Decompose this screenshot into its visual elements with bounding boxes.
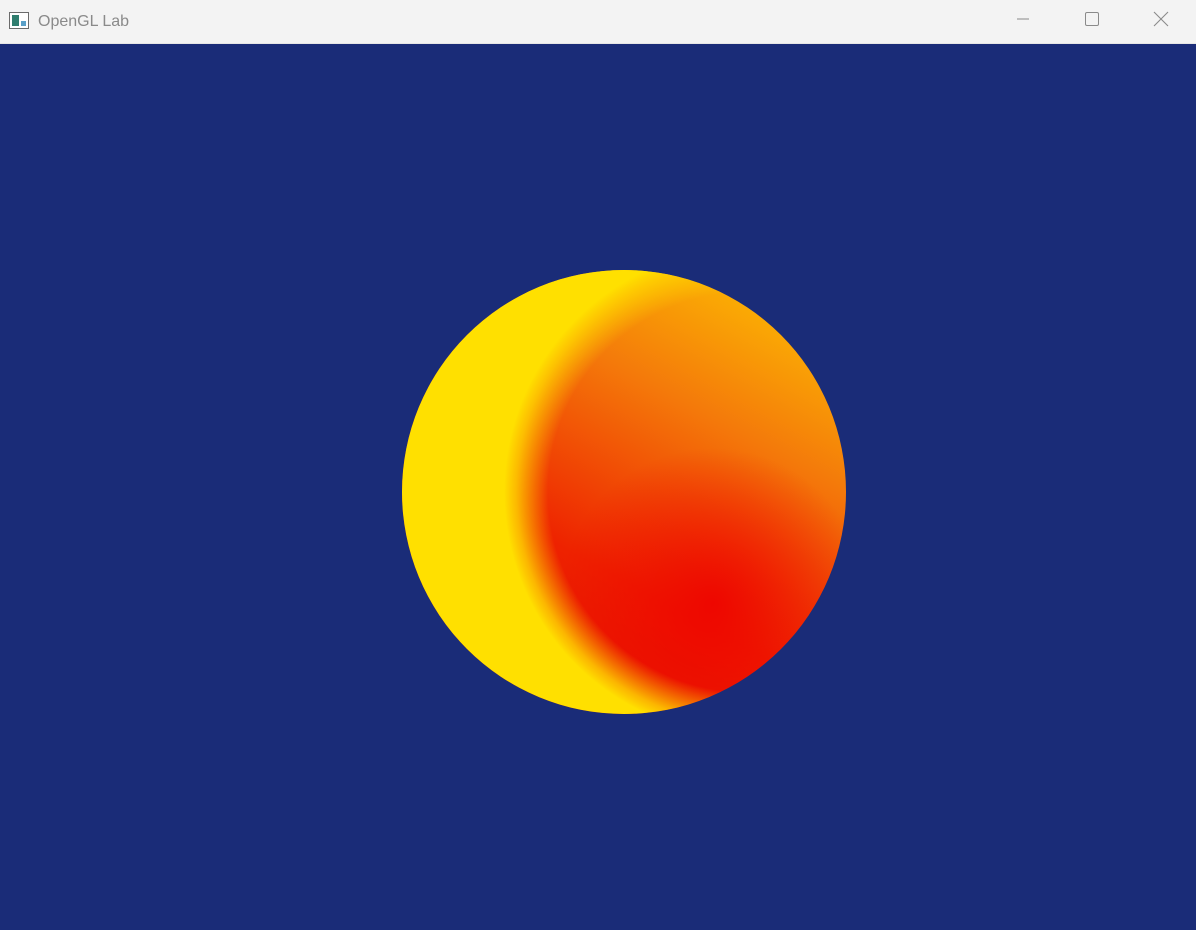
close-button[interactable]: [1126, 0, 1196, 43]
render-canvas: [402, 270, 846, 714]
sphere: [402, 270, 846, 714]
app-window: OpenGL Lab: [0, 0, 1196, 930]
minimize-icon: [1016, 12, 1030, 31]
title-bar[interactable]: OpenGL Lab: [0, 0, 1196, 44]
opengl-viewport[interactable]: [0, 44, 1196, 930]
maximize-button[interactable]: [1057, 0, 1127, 43]
app-window-icon: [9, 12, 29, 30]
close-icon: [1153, 11, 1169, 32]
minimize-button[interactable]: [988, 0, 1058, 43]
window-title: OpenGL Lab: [38, 13, 130, 30]
maximize-icon: [1084, 11, 1100, 32]
